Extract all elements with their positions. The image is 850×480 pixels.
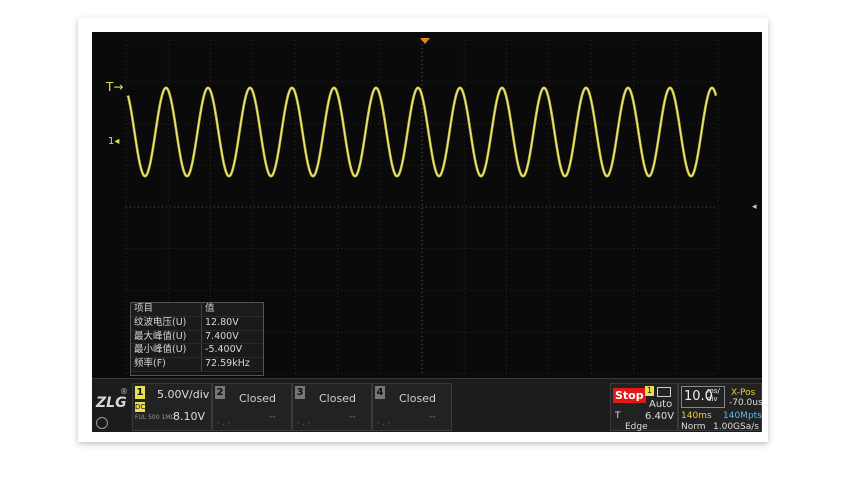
run-stop-button[interactable]: Stop [613,388,646,403]
measurement-row: 纹波电压(U) 12.80V [131,316,263,331]
acquisition-mode: Norm [681,422,706,432]
expand-panel-arrow-icon[interactable]: ◂ [752,202,757,212]
trigger-position-marker [420,38,430,44]
channel4-value: -- [429,412,436,422]
channel1-number: 1 [135,386,145,399]
coupling-icon: DC [135,402,146,412]
channel3-number: 3 [295,386,305,399]
channel3-status: Closed [319,392,356,405]
measurement-header-value: 值 [201,303,263,317]
trigger-panel[interactable]: Stop 1 Auto T 6.40V Edge [610,383,678,432]
channel2-sub: - . - [217,418,231,427]
measurement-name: 最大峰值(U) [131,330,202,345]
channel4-sub: - . - [377,418,391,427]
measurement-value: 7.400V [201,330,263,345]
record-length: 140ms [681,411,712,421]
channel2-value: -- [269,412,276,422]
trigger-source: 1 [645,386,654,396]
measurement-name: 最小峰值(U) [131,343,202,359]
measurement-header-item: 项目 [131,303,202,317]
measurement-name: 频率(F) [131,357,202,372]
channel2-status: Closed [239,392,276,405]
channel3-sub: - . - [297,418,311,427]
trigger-level: 6.40V [645,411,675,422]
logo-text: ZLG [96,395,127,411]
sample-rate: 1.00GSa/s [713,422,759,432]
trigger-type: Edge [625,422,648,432]
measurement-name: 纹波电压(U) [131,316,202,331]
home-icon[interactable] [96,417,108,429]
measurement-row: 最大峰值(U) 7.400V [131,330,263,345]
oscilloscope-screen: T→ 1◂ ◂ 项目 值 纹波电压(U) 12.80V 最大峰值(U) 7.40… [92,32,762,432]
trigger-label: T [615,411,621,421]
xpos-label: X-Pos [731,388,756,398]
channel4-panel[interactable]: 4 Closed -- - . - [372,383,452,431]
trigger-mode: Auto [649,399,673,410]
measurement-value: 12.80V [201,316,263,331]
channel2-panel[interactable]: 2 Closed -- - . - [212,383,292,431]
measurement-value: 72.59kHz [201,357,263,372]
zlg-logo[interactable]: ZLG ® [94,385,130,429]
xpos-value: -70.0us [729,398,762,408]
channel3-panel[interactable]: 3 Closed -- - . - [292,383,372,431]
measurement-value: -5.400V [201,343,263,359]
memory-points: 140Mpts [723,411,762,421]
status-bar: ZLG ® 1 DC FUL 500 1MΩ 5.00V/div 8.10V 2… [92,378,762,432]
channel2-number: 2 [215,386,225,399]
edge-slope-icon [657,387,671,397]
measurement-row: 频率(F) 72.59kHz [131,357,263,372]
channel1-volts-div: 5.00V/div [157,388,210,401]
channel1-offset: 8.10V [173,410,206,423]
channel1-panel[interactable]: 1 DC FUL 500 1MΩ 5.00V/div 8.10V [132,383,212,431]
logo-registered: ® [120,387,128,396]
measurement-panel: 项目 值 纹波电压(U) 12.80V 最大峰值(U) 7.400V 最小峰值(… [130,302,264,376]
bandwidth-label: FUL 500 1MΩ [135,414,176,421]
channel4-number: 4 [375,386,385,399]
timebase-panel[interactable]: 10.0 ms/div X-Pos -70.0us 140ms 140Mpts … [678,383,762,432]
trigger-level-marker[interactable]: T→ [106,80,123,94]
measurement-header: 项目 值 [131,303,263,317]
timebase-unit: ms/div [707,387,720,403]
channel3-value: -- [349,412,356,422]
channel1-ground-marker[interactable]: 1◂ [108,136,119,147]
measurement-row: 最小峰值(U) -5.400V [131,343,263,359]
channel4-status: Closed [399,392,436,405]
